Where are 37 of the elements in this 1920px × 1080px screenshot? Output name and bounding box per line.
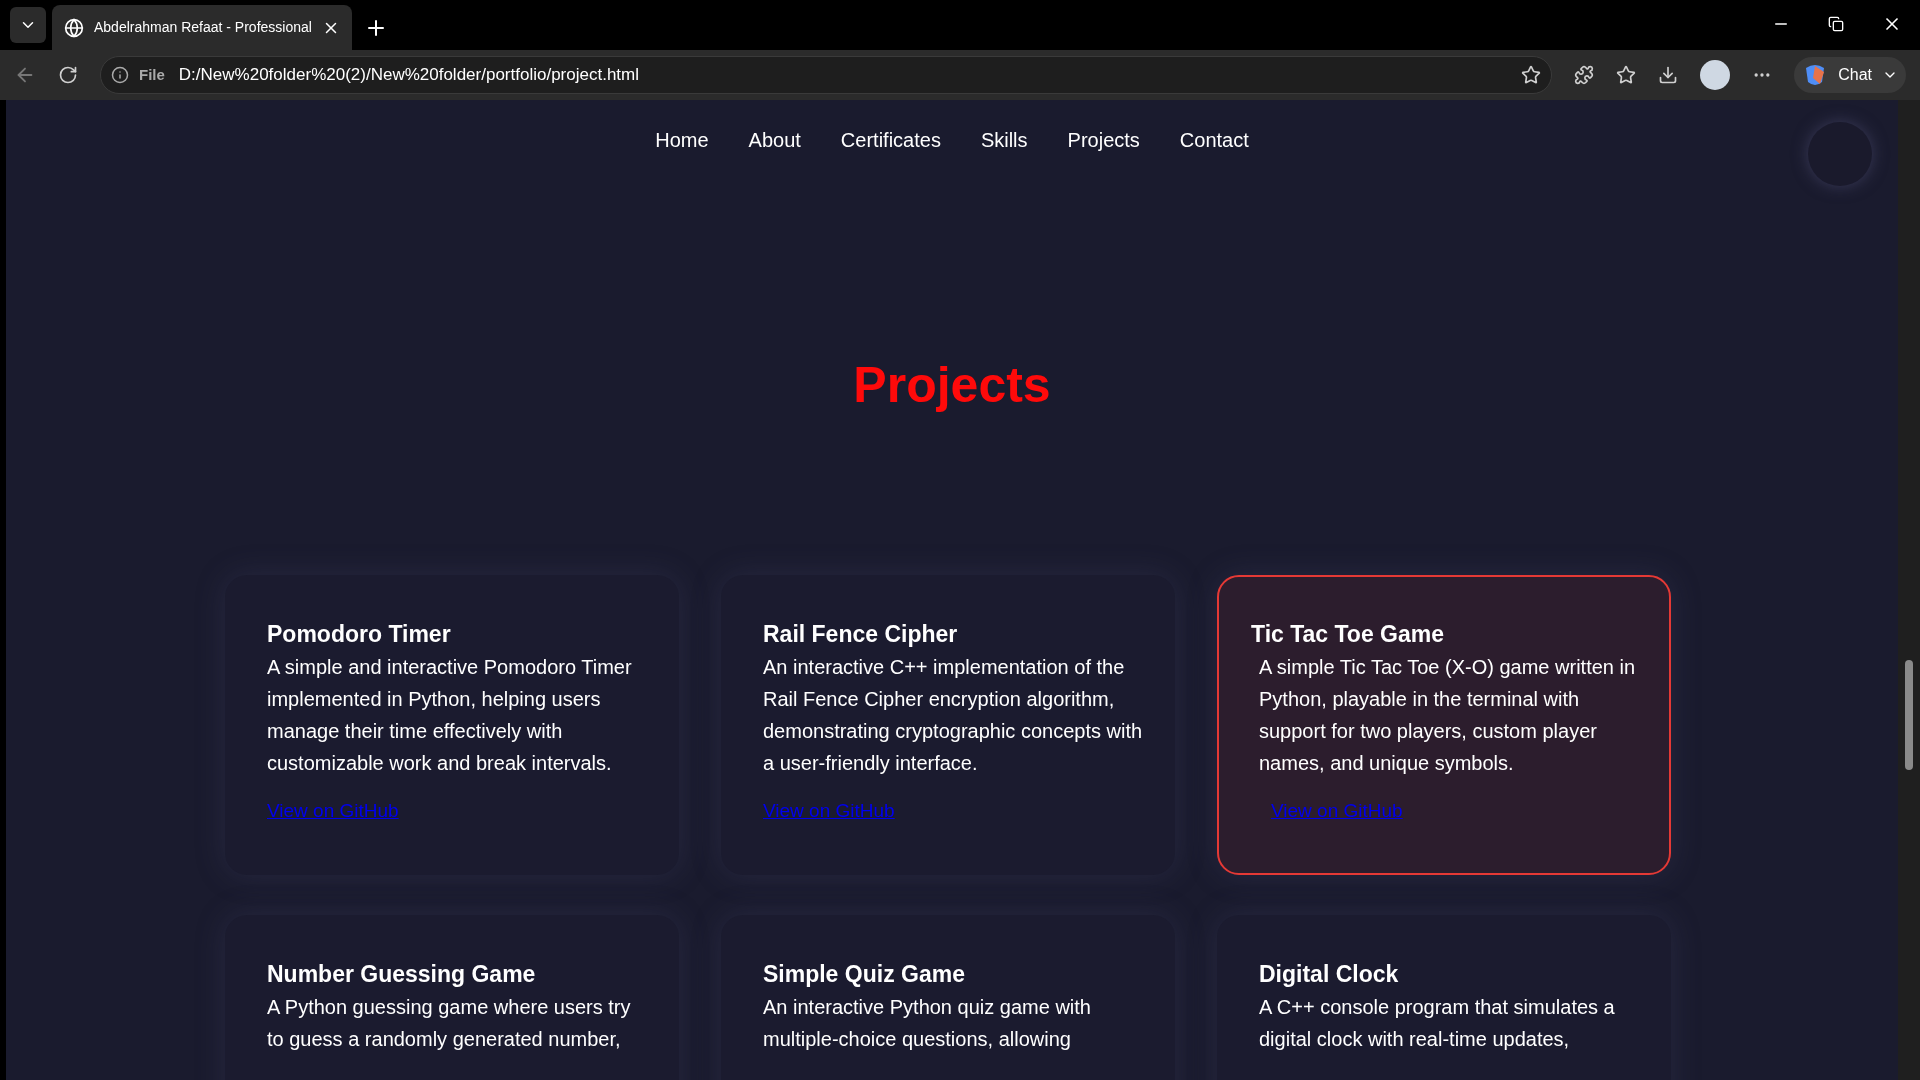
download-icon[interactable] <box>1658 65 1679 85</box>
scrollbar[interactable] <box>1898 100 1920 1080</box>
nav-link[interactable]: Contact <box>1179 125 1249 155</box>
project-title: Simple Quiz Game <box>763 960 966 989</box>
project-description: An interactive C++ implementation of the Rail Fence Cipher encryption algorithm, demonstrating cryptographic concepts with a user-friendly interface. <box>763 655 1143 776</box>
profile-avatar[interactable] <box>1700 60 1731 90</box>
extensions-icon[interactable] <box>1574 65 1595 85</box>
favorites-icon[interactable] <box>1616 65 1637 85</box>
project-title: Digital Clock <box>1259 960 1400 989</box>
globe-icon <box>64 17 84 38</box>
nav-link[interactable]: Skills <box>980 125 1028 155</box>
scrollbar-thumb[interactable] <box>1905 660 1913 770</box>
project-title: Tic Tac Toe Game <box>1251 620 1446 649</box>
tab-title: Abdelrahman Refaat - Professional <box>94 18 312 37</box>
nav-link[interactable]: Certificates <box>840 125 941 155</box>
info-icon <box>111 66 129 84</box>
tab-list-button[interactable] <box>10 7 46 43</box>
project-title: Pomodoro Timer <box>267 620 452 649</box>
project-title: Number Guessing Game <box>267 960 537 989</box>
project-description: A simple and interactive Pomodoro Timer implemented in Python, helping users manage their time effectively with customizable work and break intervals. <box>267 655 633 776</box>
project-description: An interactive Python quiz game with multiple-choice questions, allowing <box>763 995 1092 1052</box>
reload-icon[interactable] <box>58 65 78 85</box>
project-description: A simple Tic Tac Toe (X-O) game written in Python, playable in the terminal with support for two players, custom player names, and unique symbols. <box>1259 655 1637 776</box>
project-description: A C++ console program that simulates a digital clock with real-time updates, <box>1259 995 1616 1052</box>
address-url: D:/New%20folder%20(2)/New%20folder/portfolio/project.html <box>178 64 640 87</box>
chat-button[interactable]: Chat <box>1794 57 1906 93</box>
nav-link[interactable]: Home <box>655 125 709 155</box>
address-scheme: File <box>139 64 165 85</box>
address-bar[interactable]: File D:/New%20folder%20(2)/New%20folder/portfolio/project.html <box>100 56 1553 94</box>
favorite-star-icon[interactable] <box>1521 65 1542 85</box>
page-heading: Projects <box>853 356 1051 415</box>
restore-icon[interactable] <box>1828 16 1844 32</box>
project-description: A Python guessing game where users try to guess a randomly generated number, <box>267 995 632 1052</box>
project-title: Rail Fence Cipher <box>763 620 959 649</box>
browser-tab[interactable]: Abdelrahman Refaat - Professional <box>52 5 352 50</box>
nav-link[interactable]: Projects <box>1067 125 1140 155</box>
nav-link[interactable]: About <box>748 125 801 155</box>
